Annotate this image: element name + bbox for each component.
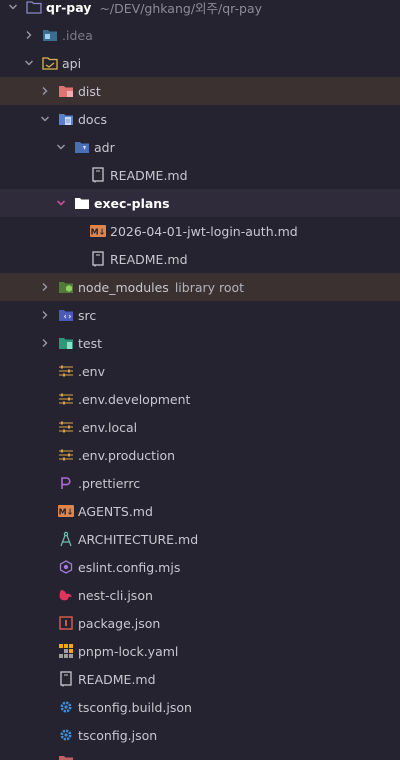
tree-row-label: exec-plans bbox=[94, 195, 170, 211]
env-icon bbox=[58, 391, 74, 407]
tree-row-label: .idea bbox=[62, 27, 93, 43]
svg-text:M↓: M↓ bbox=[91, 228, 106, 237]
eslint-icon bbox=[58, 559, 74, 575]
readme-icon bbox=[90, 167, 106, 183]
tree-row-label: AGENTS.md bbox=[78, 503, 153, 519]
chevron-down-icon[interactable] bbox=[54, 140, 68, 154]
tree-row-label: adr bbox=[94, 139, 115, 155]
prettier-icon bbox=[58, 475, 74, 491]
project-tree: qr-pay ~/DEV/ghkang/외주/qr-pay .idea api bbox=[0, 0, 400, 760]
package-icon bbox=[58, 615, 74, 631]
tree-row-exec-plans[interactable]: exec-plans bbox=[0, 189, 400, 217]
tree-row-label: .env bbox=[78, 363, 105, 379]
tree-row-label: nest-cli.json bbox=[78, 587, 153, 603]
tree-row-label: ARCHITECTURE.md bbox=[78, 531, 199, 547]
readme-icon bbox=[58, 671, 74, 687]
tree-row-label: src bbox=[78, 307, 97, 323]
chevron-down-icon[interactable] bbox=[38, 112, 52, 126]
tree-row-label: tsconfig.build.json bbox=[78, 699, 192, 715]
tree-row-label: 2026-04-01-jwt-login-auth.md bbox=[110, 223, 298, 239]
tree-row-src[interactable]: src bbox=[0, 301, 400, 329]
tree-row-label: .env.development bbox=[78, 391, 191, 407]
tree-row-label: package.json bbox=[78, 615, 161, 631]
tree-row-docs[interactable]: docs bbox=[0, 105, 400, 133]
tree-row-test[interactable]: test bbox=[0, 329, 400, 357]
pnpm-icon bbox=[58, 643, 74, 659]
tree-row-label: pnpm-lock.yaml bbox=[78, 643, 179, 659]
chevron-right-icon[interactable] bbox=[38, 308, 52, 322]
nest-icon bbox=[58, 587, 74, 603]
tree-row-agents[interactable]: M↓ AGENTS.md bbox=[0, 497, 400, 525]
project-path: ~/DEV/ghkang/외주/qr-pay bbox=[99, 0, 263, 16]
tsconfig-icon bbox=[58, 699, 74, 715]
markdown-icon: M↓ bbox=[90, 223, 106, 239]
tree-row-env-production[interactable]: .env.production bbox=[0, 441, 400, 469]
test-folder-icon bbox=[58, 335, 74, 351]
adr-folder-icon bbox=[74, 139, 90, 155]
tree-row-label: dist bbox=[78, 83, 101, 99]
tree-row-eslint-config[interactable]: eslint.config.mjs bbox=[0, 553, 400, 581]
tree-row-package-json[interactable]: package.json bbox=[0, 609, 400, 637]
env-icon bbox=[58, 363, 74, 379]
tree-row-label: .env.local bbox=[78, 419, 138, 435]
tree-row-label: README.md bbox=[110, 167, 188, 183]
tree-row-idea[interactable]: .idea bbox=[0, 21, 400, 49]
tree-row-readme-exec[interactable]: README.md bbox=[0, 245, 400, 273]
tree-row-tsconfig[interactable]: tsconfig.json bbox=[0, 721, 400, 749]
tree-row-jwt-login-auth[interactable]: M↓ 2026-04-01-jwt-login-auth.md bbox=[0, 217, 400, 245]
chevron-right-icon[interactable] bbox=[38, 84, 52, 98]
tree-row-architecture[interactable]: ARCHITECTURE.md bbox=[0, 525, 400, 553]
tree-row-label: tsconfig.json bbox=[78, 727, 158, 743]
tree-row-label: qr-pay bbox=[46, 0, 92, 15]
chevron-down-icon[interactable] bbox=[54, 196, 68, 210]
folder-icon bbox=[26, 0, 42, 15]
env-icon bbox=[58, 447, 74, 463]
tree-row-pnpm-lock[interactable]: pnpm-lock.yaml bbox=[0, 637, 400, 665]
node-folder-icon bbox=[58, 279, 74, 295]
chevron-down-icon[interactable] bbox=[22, 56, 36, 70]
folder-icon bbox=[58, 749, 74, 760]
svg-text:M↓: M↓ bbox=[59, 508, 74, 517]
tree-row-node-modules[interactable]: node_modules library root bbox=[0, 273, 400, 301]
library-root-hint: library root bbox=[174, 279, 245, 295]
env-icon bbox=[58, 419, 74, 435]
tree-row-prettierrc[interactable]: .prettierrc bbox=[0, 469, 400, 497]
tree-row-label: .env.production bbox=[78, 447, 176, 463]
tree-row-label: .prettierrc bbox=[78, 475, 141, 491]
tree-row-env-local[interactable]: .env.local bbox=[0, 413, 400, 441]
readme-icon bbox=[90, 251, 106, 267]
tree-row-adr[interactable]: adr bbox=[0, 133, 400, 161]
tree-row-api[interactable]: api bbox=[0, 49, 400, 77]
tree-row-nest-cli[interactable]: nest-cli.json bbox=[0, 581, 400, 609]
folder-open-icon bbox=[42, 55, 58, 71]
tree-row-env-development[interactable]: .env.development bbox=[0, 385, 400, 413]
idea-folder-icon bbox=[42, 27, 58, 43]
tree-row-cutoff bbox=[0, 749, 400, 760]
white-folder-icon bbox=[74, 195, 90, 211]
tree-row-label: api bbox=[62, 55, 82, 71]
markdown-icon: M↓ bbox=[58, 503, 74, 519]
tree-row-label: docs bbox=[78, 111, 107, 127]
tree-row-qr-pay[interactable]: qr-pay ~/DEV/ghkang/외주/qr-pay bbox=[0, 0, 400, 21]
chevron-right-icon[interactable] bbox=[22, 28, 36, 42]
tree-row-tsconfig-build[interactable]: tsconfig.build.json bbox=[0, 693, 400, 721]
chevron-down-icon[interactable] bbox=[6, 0, 20, 14]
tsconfig-icon bbox=[58, 727, 74, 743]
tree-row-dist[interactable]: dist bbox=[0, 77, 400, 105]
docs-folder-icon bbox=[58, 111, 74, 127]
excluded-folder-icon bbox=[58, 83, 74, 99]
tree-row-label: eslint.config.mjs bbox=[78, 559, 181, 575]
chevron-right-icon[interactable] bbox=[38, 280, 52, 294]
tree-row-readme-root[interactable]: README.md bbox=[0, 665, 400, 693]
tree-row-env[interactable]: .env bbox=[0, 357, 400, 385]
compass-icon bbox=[58, 531, 74, 547]
tree-row-readme-adr[interactable]: README.md bbox=[0, 161, 400, 189]
tree-row-label: README.md bbox=[110, 251, 188, 267]
chevron-right-icon[interactable] bbox=[38, 336, 52, 350]
src-folder-icon bbox=[58, 307, 74, 323]
tree-row-label: test bbox=[78, 335, 103, 351]
tree-row-label: README.md bbox=[78, 671, 156, 687]
tree-row-label: node_modules bbox=[78, 279, 169, 295]
